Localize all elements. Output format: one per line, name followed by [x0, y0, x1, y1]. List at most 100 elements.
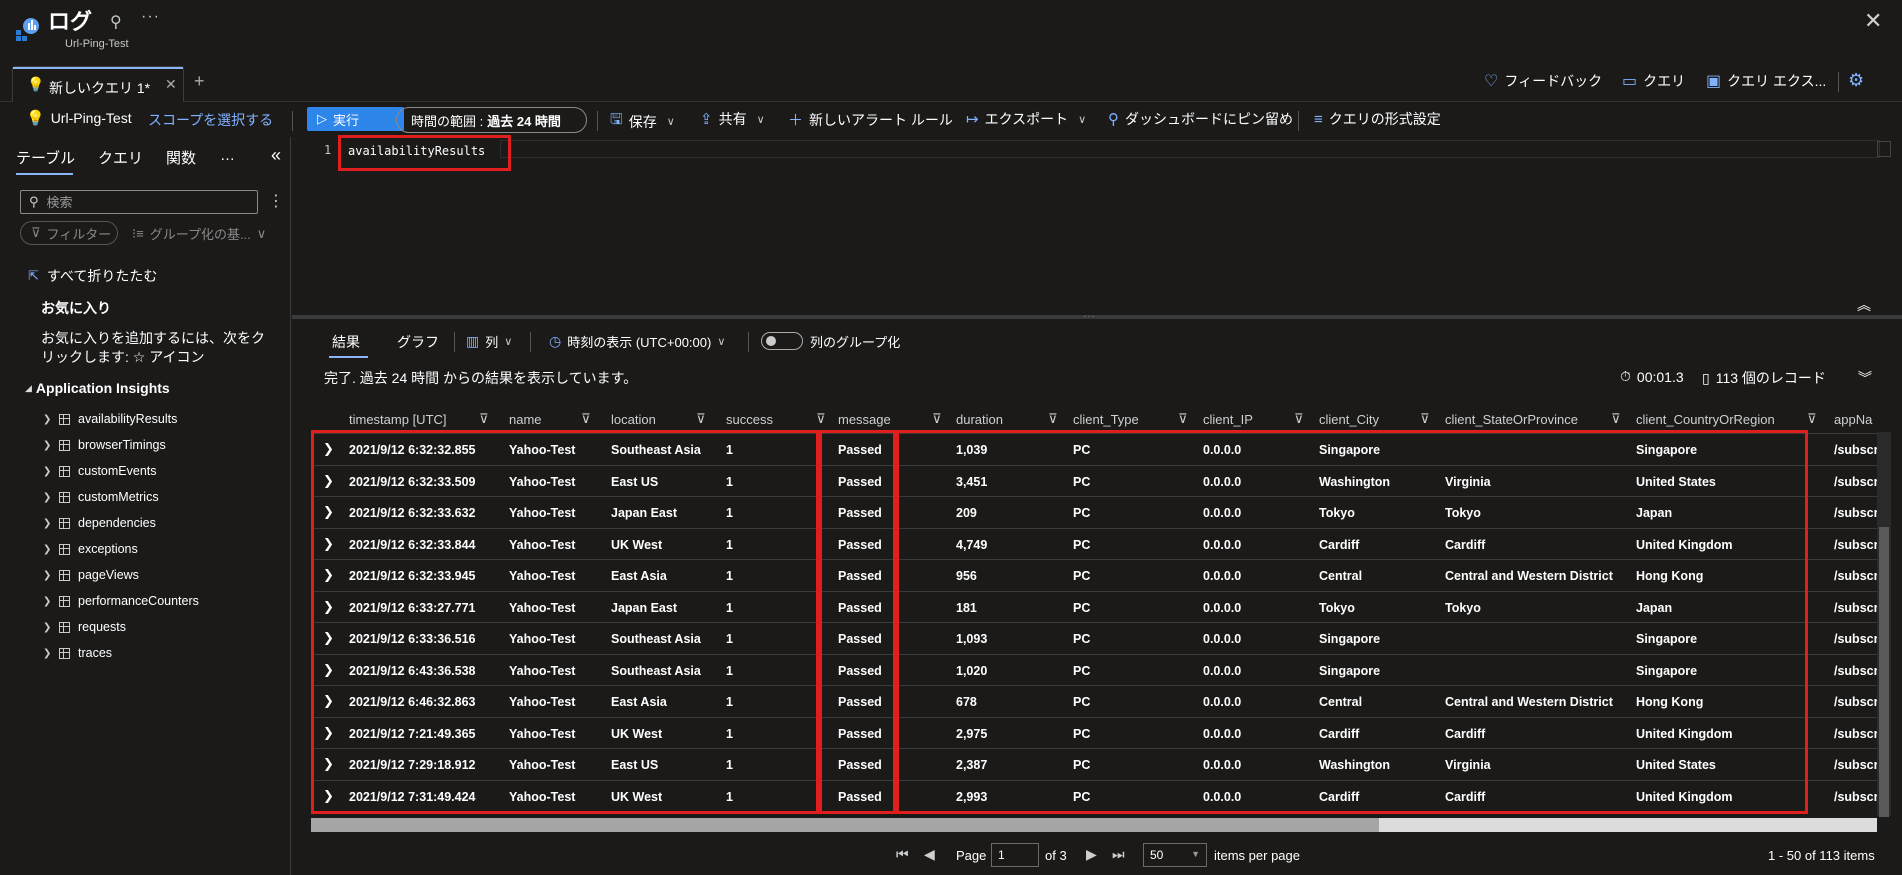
- collapse-all-button[interactable]: ⇱ すべて折りたたむ: [28, 266, 157, 286]
- previous-page-icon[interactable]: ◀: [924, 846, 935, 863]
- column-filter-icon[interactable]: ⊽: [479, 411, 489, 427]
- table-row[interactable]: ❯ 2021/9/12 7:21:49.365 Yahoo-Test UK West 1…: [311, 716, 1891, 748]
- expand-row-icon[interactable]: ❯: [323, 504, 334, 520]
- editor-scrollbar[interactable]: [1877, 141, 1891, 157]
- filter-button[interactable]: ⊽ フィルター: [20, 221, 118, 245]
- search-input[interactable]: [46, 194, 237, 210]
- next-page-icon[interactable]: ▶: [1086, 846, 1097, 863]
- pin-to-dashboard-button[interactable]: ⚲ ダッシュボードにピン留め: [1108, 109, 1293, 129]
- table-row[interactable]: ❯ 2021/9/12 7:29:18.912 Yahoo-Test East US 1…: [311, 748, 1891, 779]
- chevron-right-icon[interactable]: ❯: [43, 492, 51, 503]
- chevron-right-icon[interactable]: ❯: [43, 544, 51, 555]
- page-number-input[interactable]: 1: [991, 843, 1039, 867]
- items-per-page-select[interactable]: 50 ▼: [1143, 843, 1207, 867]
- expand-row-icon[interactable]: ❯: [323, 536, 334, 552]
- select-scope-link[interactable]: スコープを選択する: [148, 110, 273, 130]
- table-row[interactable]: ❯ 2021/9/12 6:32:33.945 Yahoo-Test East Asi…: [311, 559, 1891, 590]
- table-row[interactable]: ❯ 2021/9/12 6:43:36.538 Yahoo-Test Southeas…: [311, 653, 1891, 685]
- time-display-dropdown[interactable]: ◷ 時刻の表示 (UTC+00:00) ∨: [549, 332, 725, 351]
- feedback-link[interactable]: ♡ フィードバック: [1484, 71, 1602, 91]
- tab-queries[interactable]: クエリ: [98, 147, 143, 168]
- expand-row-icon[interactable]: ❯: [323, 662, 334, 678]
- chevron-double-down-icon[interactable]: ︾: [1858, 368, 1872, 388]
- format-query-button[interactable]: ≡ クエリの形式設定: [1314, 109, 1441, 129]
- query-editor[interactable]: 1 availabilityResults: [292, 137, 1902, 315]
- last-page-icon[interactable]: ⏭: [1112, 846, 1125, 863]
- search-box[interactable]: ⚲: [20, 190, 258, 214]
- tab-chart[interactable]: グラフ: [397, 332, 439, 352]
- column-filter-icon[interactable]: ⊽: [1420, 411, 1430, 427]
- table-item-exceptions[interactable]: ❯ exceptions: [43, 539, 138, 559]
- scrollbar-thumb[interactable]: [1879, 527, 1889, 817]
- collapse-panel-icon[interactable]: «: [271, 145, 281, 166]
- group-columns-toggle[interactable]: [761, 332, 803, 350]
- vertical-scrollbar[interactable]: [1877, 432, 1891, 817]
- table-item-customMetrics[interactable]: ❯ customMetrics: [43, 487, 159, 507]
- chevron-right-icon[interactable]: ❯: [43, 414, 51, 425]
- columns-button[interactable]: ▥ 列 ∨: [466, 332, 512, 351]
- column-header[interactable]: name: [509, 405, 542, 433]
- export-button[interactable]: ↦ エクスポート ∨: [966, 109, 1086, 129]
- tab-tables[interactable]: テーブル: [16, 147, 75, 168]
- column-header[interactable]: client_IP: [1203, 405, 1253, 433]
- chevron-right-icon[interactable]: ❯: [43, 622, 51, 633]
- table-row[interactable]: ❯ 2021/9/12 6:32:32.855 Yahoo-Test Southeas…: [311, 433, 1891, 464]
- expand-row-icon[interactable]: ❯: [323, 567, 334, 583]
- column-filter-icon[interactable]: ⊽: [696, 411, 706, 427]
- column-header[interactable]: duration: [956, 405, 1003, 433]
- column-filter-icon[interactable]: ⊽: [581, 411, 591, 427]
- column-filter-icon[interactable]: ⊽: [1294, 411, 1304, 427]
- table-item-requests[interactable]: ❯ requests: [43, 617, 126, 637]
- column-filter-icon[interactable]: ⊽: [1178, 411, 1188, 427]
- column-filter-icon[interactable]: ⊽: [932, 411, 942, 427]
- more-icon[interactable]: ···: [141, 8, 160, 26]
- tab-results[interactable]: 結果: [332, 332, 360, 352]
- column-header[interactable]: client_StateOrProvince: [1445, 405, 1578, 433]
- table-item-pageViews[interactable]: ❯ pageViews: [43, 565, 139, 585]
- expand-row-icon[interactable]: ❯: [323, 725, 334, 741]
- expand-row-icon[interactable]: ❯: [323, 756, 334, 772]
- tab-functions[interactable]: 関数: [166, 147, 196, 168]
- application-insights-group[interactable]: ◢ Application Insights: [25, 380, 170, 396]
- expand-row-icon[interactable]: ❯: [323, 441, 334, 457]
- splitter-handle-icon[interactable]: ···: [1083, 311, 1096, 322]
- save-button[interactable]: 🖫 保存 ∨: [610, 109, 675, 134]
- expand-row-icon[interactable]: ❯: [323, 599, 334, 615]
- expand-row-icon[interactable]: ❯: [323, 693, 334, 709]
- chevron-up-icon[interactable]: ︽: [1857, 295, 1871, 315]
- column-header[interactable]: client_Type: [1073, 405, 1139, 433]
- more-vertical-icon[interactable]: ⋮: [268, 191, 284, 211]
- column-header[interactable]: timestamp [UTC]: [349, 405, 447, 433]
- queries-link[interactable]: ▭ クエリ: [1622, 71, 1685, 91]
- column-filter-icon[interactable]: ⊽: [1048, 411, 1058, 427]
- table-row[interactable]: ❯ 2021/9/12 6:32:33.632 Yahoo-Test Japan Ea…: [311, 496, 1891, 527]
- column-header[interactable]: client_City: [1319, 405, 1379, 433]
- table-row[interactable]: ❯ 2021/9/12 6:32:33.844 Yahoo-Test UK West 1…: [311, 527, 1891, 559]
- chevron-right-icon[interactable]: ❯: [43, 596, 51, 607]
- query-explorer-link[interactable]: ▣ クエリ エクス...: [1706, 71, 1826, 91]
- close-icon[interactable]: ✕: [1864, 8, 1882, 34]
- new-alert-rule-button[interactable]: ＋ 新しいアラート ルール: [788, 109, 953, 130]
- table-item-dependencies[interactable]: ❯ dependencies: [43, 513, 156, 533]
- column-filter-icon[interactable]: ⊽: [1611, 411, 1621, 427]
- column-filter-icon[interactable]: ⊽: [816, 411, 826, 427]
- gear-icon[interactable]: ⚙: [1848, 70, 1864, 91]
- time-range-picker[interactable]: 時間の範囲 : 過去 24 時間: [396, 107, 587, 133]
- table-item-availabilityResults[interactable]: ❯ availabilityResults: [43, 409, 177, 429]
- chevron-right-icon[interactable]: ❯: [43, 648, 51, 659]
- table-row[interactable]: ❯ 2021/9/12 6:46:32.863 Yahoo-Test East Asi…: [311, 685, 1891, 716]
- column-header[interactable]: appNa: [1834, 405, 1872, 433]
- expand-row-icon[interactable]: ❯: [323, 630, 334, 646]
- column-header[interactable]: location: [611, 405, 656, 433]
- chevron-right-icon[interactable]: ❯: [43, 440, 51, 451]
- table-item-performanceCounters[interactable]: ❯ performanceCounters: [43, 591, 199, 611]
- column-header[interactable]: client_CountryOrRegion: [1636, 405, 1775, 433]
- first-page-icon[interactable]: ⏮: [896, 846, 909, 863]
- table-row[interactable]: ❯ 2021/9/12 6:33:27.771 Yahoo-Test Japan Ea…: [311, 590, 1891, 622]
- column-filter-icon[interactable]: ⊽: [1807, 411, 1817, 427]
- close-tab-icon[interactable]: ✕: [165, 76, 177, 93]
- scrollbar-thumb[interactable]: [311, 818, 1379, 832]
- table-item-browserTimings[interactable]: ❯ browserTimings: [43, 435, 166, 455]
- pin-icon[interactable]: ⚲: [110, 12, 122, 32]
- column-header[interactable]: success: [726, 405, 773, 433]
